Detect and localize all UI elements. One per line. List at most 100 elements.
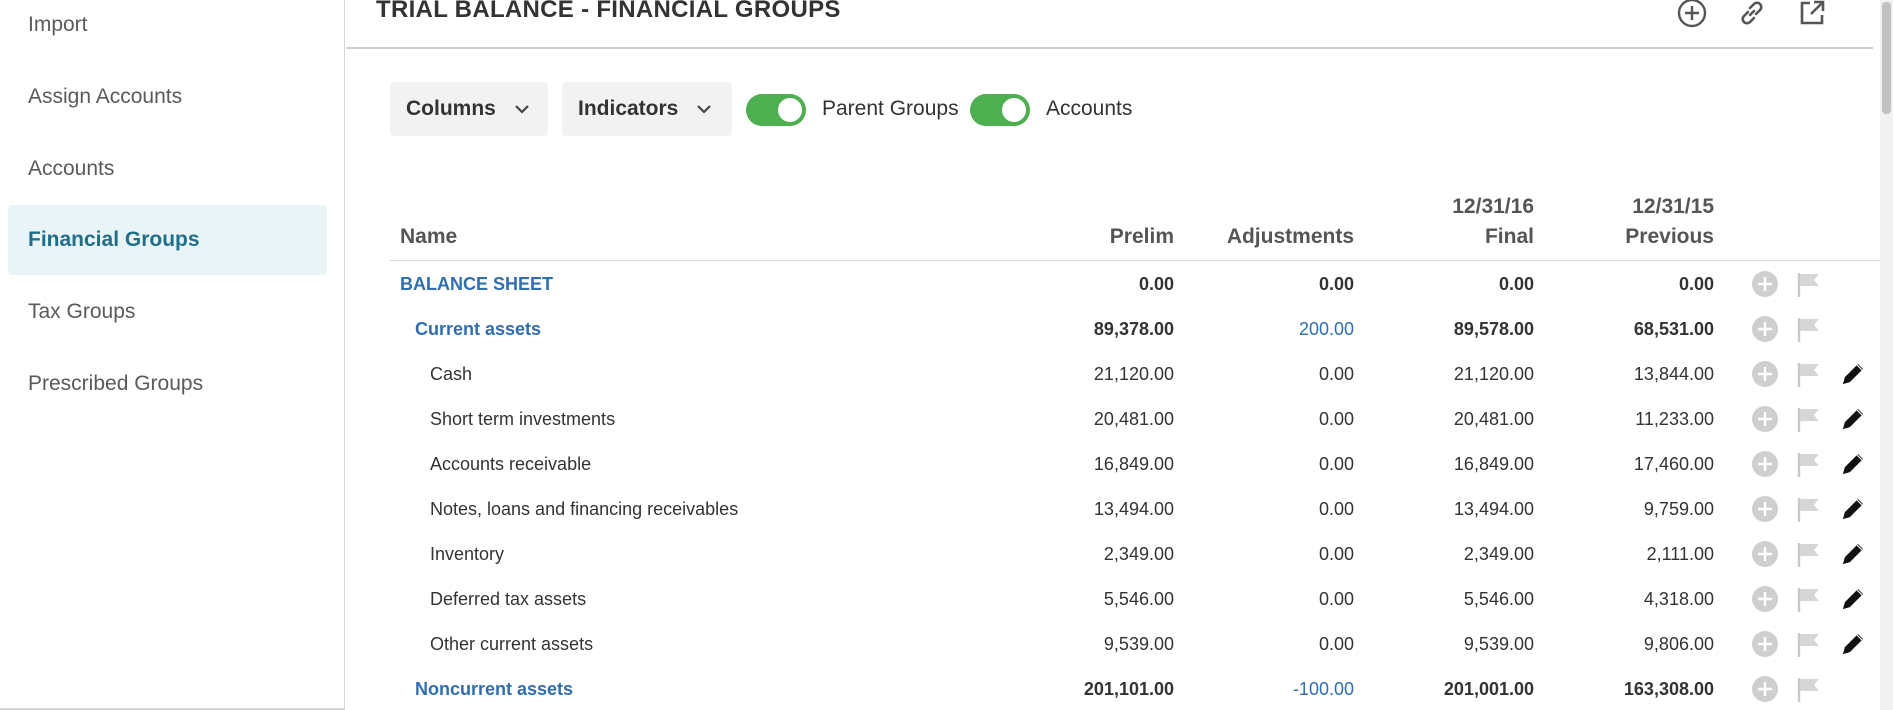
final-value: 2,349.00 xyxy=(1463,544,1534,564)
column-header-adjustments[interactable]: Adjustments xyxy=(1180,222,1354,252)
final-value: 201,001.00 xyxy=(1443,679,1534,699)
table-row[interactable]: Cash 21,120.00 0.00 21,120.00 13,844.00 xyxy=(390,352,1880,397)
column-header-previous[interactable]: Previous xyxy=(1540,222,1714,252)
row-name: Short term investments xyxy=(430,409,616,429)
row-name: Other current assets xyxy=(430,634,594,654)
flag-icon[interactable] xyxy=(1794,404,1824,434)
sidebar-item-financial-groups[interactable]: Financial Groups xyxy=(8,205,327,275)
indicators-dropdown-label: Indicators xyxy=(578,97,679,120)
add-circle-icon[interactable] xyxy=(1750,404,1780,434)
page-title: TRIAL BALANCE - FINANCIAL GROUPS xyxy=(376,0,841,23)
add-circle-icon[interactable] xyxy=(1750,674,1780,704)
table-row[interactable]: Current assets 89,378.00 200.00 89,578.00 68… xyxy=(390,307,1880,352)
adjustments-value: 0.00 xyxy=(1318,454,1354,474)
flag-icon[interactable] xyxy=(1794,314,1824,344)
previous-value: 163,308.00 xyxy=(1623,679,1714,699)
add-circle-icon[interactable] xyxy=(1750,539,1780,569)
flag-icon[interactable] xyxy=(1794,629,1824,659)
pencil-icon[interactable] xyxy=(1838,404,1868,434)
row-name: Inventory xyxy=(430,544,505,564)
add-circle-icon[interactable] xyxy=(1750,314,1780,344)
pencil-icon[interactable] xyxy=(1838,359,1868,389)
table-row[interactable]: Noncurrent assets 201,101.00 -100.00 201,00… xyxy=(390,667,1880,710)
row-name-link[interactable]: Current assets xyxy=(415,307,541,352)
parent-groups-label: Parent Groups xyxy=(822,97,959,120)
column-header-previous-date: 12/31/15 xyxy=(1632,195,1714,218)
final-value: 5,546.00 xyxy=(1463,589,1534,609)
flag-icon[interactable] xyxy=(1794,269,1824,299)
previous-value: 13,844.00 xyxy=(1633,364,1714,384)
pencil-icon[interactable] xyxy=(1838,494,1868,524)
adjustments-value[interactable]: -100.00 xyxy=(1180,667,1354,710)
scrollbar[interactable] xyxy=(1880,0,1893,710)
header-divider xyxy=(390,260,1880,261)
table-row[interactable]: Inventory 2,349.00 0.00 2,349.00 2,111.00 xyxy=(390,532,1880,577)
prelim-value: 5,546.00 xyxy=(1103,589,1174,609)
sidebar-item-import[interactable]: Import xyxy=(8,0,327,60)
flag-icon[interactable] xyxy=(1794,449,1824,479)
column-header-prelim[interactable]: Prelim xyxy=(1000,222,1174,252)
prelim-value: 201,101.00 xyxy=(1083,679,1174,699)
sidebar-item-tax-groups[interactable]: Tax Groups xyxy=(8,277,327,347)
row-name-link[interactable]: BALANCE SHEET xyxy=(400,262,553,307)
add-circle-icon[interactable] xyxy=(1750,629,1780,659)
adjustments-value[interactable]: 200.00 xyxy=(1180,307,1354,352)
columns-dropdown-label: Columns xyxy=(406,97,496,120)
adjustments-value: 0.00 xyxy=(1318,274,1354,294)
prelim-value: 0.00 xyxy=(1138,274,1174,294)
prelim-value: 21,120.00 xyxy=(1093,364,1174,384)
adjustments-value: 0.00 xyxy=(1318,409,1354,429)
chevron-down-icon xyxy=(514,100,532,118)
row-name: Notes, loans and financing receivables xyxy=(430,499,739,519)
add-circle-icon[interactable] xyxy=(1750,584,1780,614)
parent-groups-toggle[interactable] xyxy=(746,94,806,126)
pencil-icon[interactable] xyxy=(1838,539,1868,569)
accounts-toggle-label: Accounts xyxy=(1046,97,1133,120)
table-row[interactable]: Accounts receivable 16,849.00 0.00 16,849.0… xyxy=(390,442,1880,487)
pencil-icon[interactable] xyxy=(1838,629,1868,659)
prelim-value: 89,378.00 xyxy=(1093,319,1174,339)
row-name-link[interactable]: Noncurrent assets xyxy=(415,667,573,710)
add-circle-icon[interactable] xyxy=(1750,359,1780,389)
column-header-final[interactable]: Final xyxy=(1360,222,1534,252)
open-external-icon[interactable] xyxy=(1795,0,1829,30)
page-header: TRIAL BALANCE - FINANCIAL GROUPS xyxy=(346,0,1873,49)
adjustments-value: 0.00 xyxy=(1318,499,1354,519)
adjustments-value: 0.00 xyxy=(1318,589,1354,609)
previous-value: 0.00 xyxy=(1678,274,1714,294)
indicators-dropdown[interactable]: Indicators xyxy=(562,82,732,136)
sidebar-item-prescribed-groups[interactable]: Prescribed Groups xyxy=(8,349,327,419)
previous-value: 2,111.00 xyxy=(1646,544,1714,564)
columns-dropdown[interactable]: Columns xyxy=(390,82,548,136)
row-name: Accounts receivable xyxy=(430,454,592,474)
pencil-icon[interactable] xyxy=(1838,584,1868,614)
scrollbar-thumb[interactable] xyxy=(1882,2,1891,114)
add-circle-icon[interactable] xyxy=(1750,494,1780,524)
flag-icon[interactable] xyxy=(1794,584,1824,614)
flag-icon[interactable] xyxy=(1794,494,1824,524)
table-row[interactable]: Notes, loans and financing receivables 13… xyxy=(390,487,1880,532)
final-value: 9,539.00 xyxy=(1463,634,1534,654)
row-name: Deferred tax assets xyxy=(430,589,587,609)
final-value: 21,120.00 xyxy=(1453,364,1534,384)
sidebar-item-assign-accounts[interactable]: Assign Accounts xyxy=(8,62,327,132)
add-circle-icon[interactable] xyxy=(1675,0,1709,30)
flag-icon[interactable] xyxy=(1794,359,1824,389)
add-circle-icon[interactable] xyxy=(1750,449,1780,479)
table-row[interactable]: Other current assets 9,539.00 0.00 9,539.00… xyxy=(390,622,1880,667)
flag-icon[interactable] xyxy=(1794,539,1824,569)
sidebar-item-accounts[interactable]: Accounts xyxy=(8,134,327,204)
previous-value: 11,233.00 xyxy=(1635,409,1714,429)
table-row[interactable]: Short term investments 20,481.00 0.00 20,48… xyxy=(390,397,1880,442)
table-row[interactable]: Deferred tax assets 5,546.00 0.00 5,546.00 4… xyxy=(390,577,1880,622)
column-header-name[interactable]: Name xyxy=(400,222,457,252)
previous-value: 4,318.00 xyxy=(1643,589,1714,609)
flag-icon[interactable] xyxy=(1794,674,1824,704)
prelim-value: 20,481.00 xyxy=(1093,409,1174,429)
link-icon[interactable] xyxy=(1735,0,1769,30)
add-circle-icon[interactable] xyxy=(1750,269,1780,299)
final-value: 0.00 xyxy=(1498,274,1534,294)
table-row[interactable]: BALANCE SHEET 0.00 0.00 0.00 0.00 xyxy=(390,262,1880,307)
pencil-icon[interactable] xyxy=(1838,449,1868,479)
accounts-toggle[interactable] xyxy=(970,94,1030,126)
